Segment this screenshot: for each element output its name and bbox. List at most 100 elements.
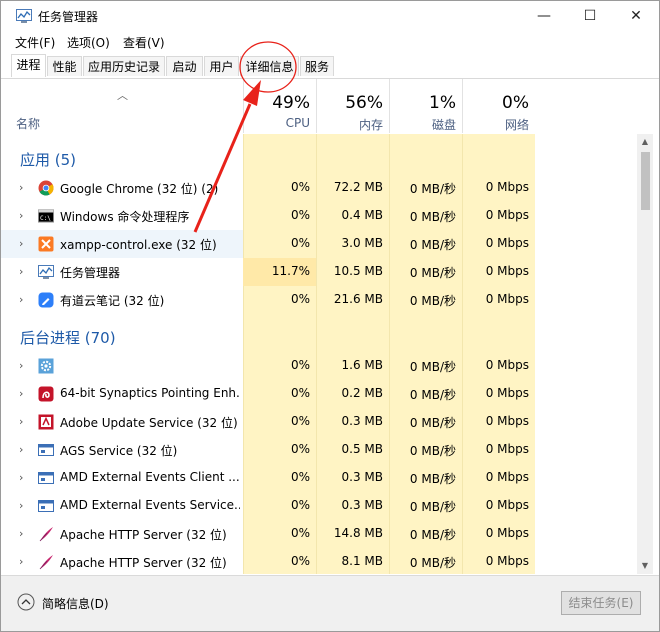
memory-value: 0.5 MB — [341, 442, 383, 456]
process-name-cell[interactable]: › 任务管理器 — [1, 258, 243, 286]
disk-value: 0 MB/秒 — [409, 360, 456, 374]
process-row[interactable]: › 有道云笔记 (32 位) 0% 21.6 MB 0 MB/秒 0 Mbps — [1, 286, 637, 314]
expand-chevron-icon[interactable]: › — [19, 237, 23, 250]
process-row[interactable]: › AMD External Events Client ... 0% 0.3 MB 0… — [1, 464, 637, 492]
title-bar[interactable]: 任务管理器 — ☐ ✕ — [1, 1, 659, 31]
expand-chevron-icon[interactable]: › — [19, 265, 23, 278]
service-window-icon — [38, 442, 54, 458]
tab-startup[interactable]: 启动 — [166, 56, 203, 76]
cpu-value: 11.7% — [271, 264, 310, 278]
process-row[interactable]: › Apache HTTP Server (32 位) 0% 14.8 MB 0 MB/… — [1, 520, 637, 548]
process-name-cell[interactable]: › xampp-control.exe (32 位) — [1, 230, 243, 258]
process-name-cell[interactable]: › 64-bit Synaptics Pointing Enh... — [1, 380, 243, 408]
expand-chevron-icon[interactable]: › — [19, 209, 23, 222]
maximize-button[interactable]: ☐ — [567, 1, 613, 31]
tab-users[interactable]: 用户 — [204, 56, 239, 76]
expand-chevron-icon[interactable]: › — [19, 471, 23, 484]
process-row[interactable]: › 0% 1.6 MB 0 MB/秒 0 Mbps — [1, 352, 637, 380]
process-name-cell[interactable]: › C:\ Windows 命令处理程序 — [1, 202, 243, 230]
expand-chevron-icon[interactable]: › — [19, 359, 23, 372]
expand-chevron-icon[interactable]: › — [19, 415, 23, 428]
expand-chevron-icon[interactable]: › — [19, 555, 23, 568]
group-apps-header[interactable]: 应用 (5) — [20, 149, 76, 170]
process-row[interactable]: › xampp-control.exe (32 位) 0% 3.0 MB 0 MB/秒 0… — [1, 230, 637, 258]
cpu-value: 0% — [290, 292, 310, 306]
network-value: 0 Mbps — [485, 554, 529, 568]
process-name: Windows 命令处理程序 — [60, 210, 190, 224]
menu-options[interactable]: 选项(O) — [67, 34, 110, 51]
disk-value: 0 MB/秒 — [409, 500, 456, 514]
tab-app-history[interactable]: 应用历史记录 — [83, 56, 165, 76]
svg-text:C:\: C:\ — [40, 215, 51, 222]
tab-performance[interactable]: 性能 — [47, 56, 82, 76]
task-manager-app-icon — [16, 9, 32, 23]
column-cpu-header[interactable]: 49% CPU — [243, 79, 316, 133]
memory-value: 0.4 MB — [341, 208, 383, 222]
process-name: Apache HTTP Server (32 位) — [60, 528, 227, 542]
end-task-button[interactable]: 结束任务(E) — [561, 591, 641, 615]
expand-chevron-icon[interactable]: › — [19, 387, 23, 400]
fewer-details-link[interactable]: 简略信息(D) — [42, 595, 109, 612]
process-row[interactable]: › AMD External Events Service... 0% 0.3 MB 0… — [1, 492, 637, 520]
menu-view[interactable]: 查看(V) — [123, 34, 165, 51]
process-row[interactable]: › Google Chrome (32 位) (2) 0% 72.2 MB 0 MB/秒… — [1, 174, 637, 202]
scroll-down-arrow-icon[interactable]: ▼ — [637, 558, 653, 574]
network-value: 0 Mbps — [485, 236, 529, 250]
process-row[interactable]: › Adobe Update Service (32 位) 0% 0.3 MB 0 MB… — [1, 408, 637, 436]
process-name-cell[interactable]: › AMD External Events Service... — [1, 492, 243, 520]
group-background-header[interactable]: 后台进程 (70) — [20, 327, 116, 348]
scroll-up-arrow-icon[interactable]: ▲ — [637, 134, 653, 150]
column-disk-header[interactable]: 1% 磁盘 — [389, 79, 462, 133]
minimize-button[interactable]: — — [521, 1, 567, 31]
process-name-cell[interactable]: › Apache HTTP Server (32 位) — [1, 548, 243, 574]
collapse-chevron-icon[interactable] — [17, 593, 35, 611]
memory-value: 21.6 MB — [333, 292, 383, 306]
tab-processes[interactable]: 进程 — [11, 54, 46, 77]
process-row[interactable]: › C:\ Windows 命令处理程序 0% 0.4 MB 0 MB/秒 0 Mbps — [1, 202, 637, 230]
expand-chevron-icon[interactable]: › — [19, 527, 23, 540]
memory-value: 0.3 MB — [341, 414, 383, 428]
process-name-cell[interactable]: › 有道云笔记 (32 位) — [1, 286, 243, 314]
scrollbar-thumb[interactable] — [641, 152, 650, 210]
memory-value: 14.8 MB — [333, 526, 383, 540]
process-name-cell[interactable]: › — [1, 352, 243, 380]
process-name: AMD External Events Client ... — [60, 470, 240, 484]
disk-value: 0 MB/秒 — [409, 238, 456, 252]
expand-chevron-icon[interactable]: › — [19, 293, 23, 306]
vertical-scrollbar[interactable]: ▲ ▼ — [637, 134, 653, 574]
process-name-cell[interactable]: › Google Chrome (32 位) (2) — [1, 174, 243, 202]
process-name: Apache HTTP Server (32 位) — [60, 556, 227, 570]
synaptics-icon — [38, 386, 54, 402]
xampp-icon — [38, 236, 54, 252]
adobe-icon — [38, 414, 54, 430]
column-memory-header[interactable]: 56% 内存 — [316, 79, 389, 133]
menu-file[interactable]: 文件(F) — [15, 34, 55, 51]
process-row[interactable]: › AGS Service (32 位) 0% 0.5 MB 0 MB/秒 0 Mbps — [1, 436, 637, 464]
process-name-cell[interactable]: › AMD External Events Client ... — [1, 464, 243, 492]
column-name-header[interactable]: 名称 — [16, 115, 40, 132]
process-name-cell[interactable]: › AGS Service (32 位) — [1, 436, 243, 464]
close-button[interactable]: ✕ — [613, 1, 659, 31]
network-value: 0 Mbps — [485, 264, 529, 278]
cpu-value: 0% — [290, 208, 310, 222]
tab-services[interactable]: 服务 — [300, 56, 334, 76]
network-value: 0 Mbps — [485, 526, 529, 540]
expand-chevron-icon[interactable]: › — [19, 181, 23, 194]
tab-details[interactable]: 详细信息 — [240, 56, 299, 76]
column-network-header[interactable]: 0% 网络 — [462, 79, 535, 133]
expand-chevron-icon[interactable]: › — [19, 443, 23, 456]
expand-chevron-icon[interactable]: › — [19, 499, 23, 512]
cpu-value: 0% — [290, 442, 310, 456]
network-total-percent: 0% — [502, 93, 529, 113]
network-value: 0 Mbps — [485, 498, 529, 512]
disk-total-percent: 1% — [429, 93, 456, 113]
process-row[interactable]: › 任务管理器 11.7% 10.5 MB 0 MB/秒 0 Mbps — [1, 258, 637, 286]
process-row[interactable]: › Apache HTTP Server (32 位) 0% 8.1 MB 0 MB/秒… — [1, 548, 637, 574]
process-name-cell[interactable]: › Adobe Update Service (32 位) — [1, 408, 243, 436]
memory-value: 10.5 MB — [333, 264, 383, 278]
process-row[interactable]: › 64-bit Synaptics Pointing Enh... 0% 0.2 M… — [1, 380, 637, 408]
network-value: 0 Mbps — [485, 358, 529, 372]
process-name-cell[interactable]: › Apache HTTP Server (32 位) — [1, 520, 243, 548]
network-value: 0 Mbps — [485, 414, 529, 428]
apache-feather-icon — [38, 554, 54, 570]
